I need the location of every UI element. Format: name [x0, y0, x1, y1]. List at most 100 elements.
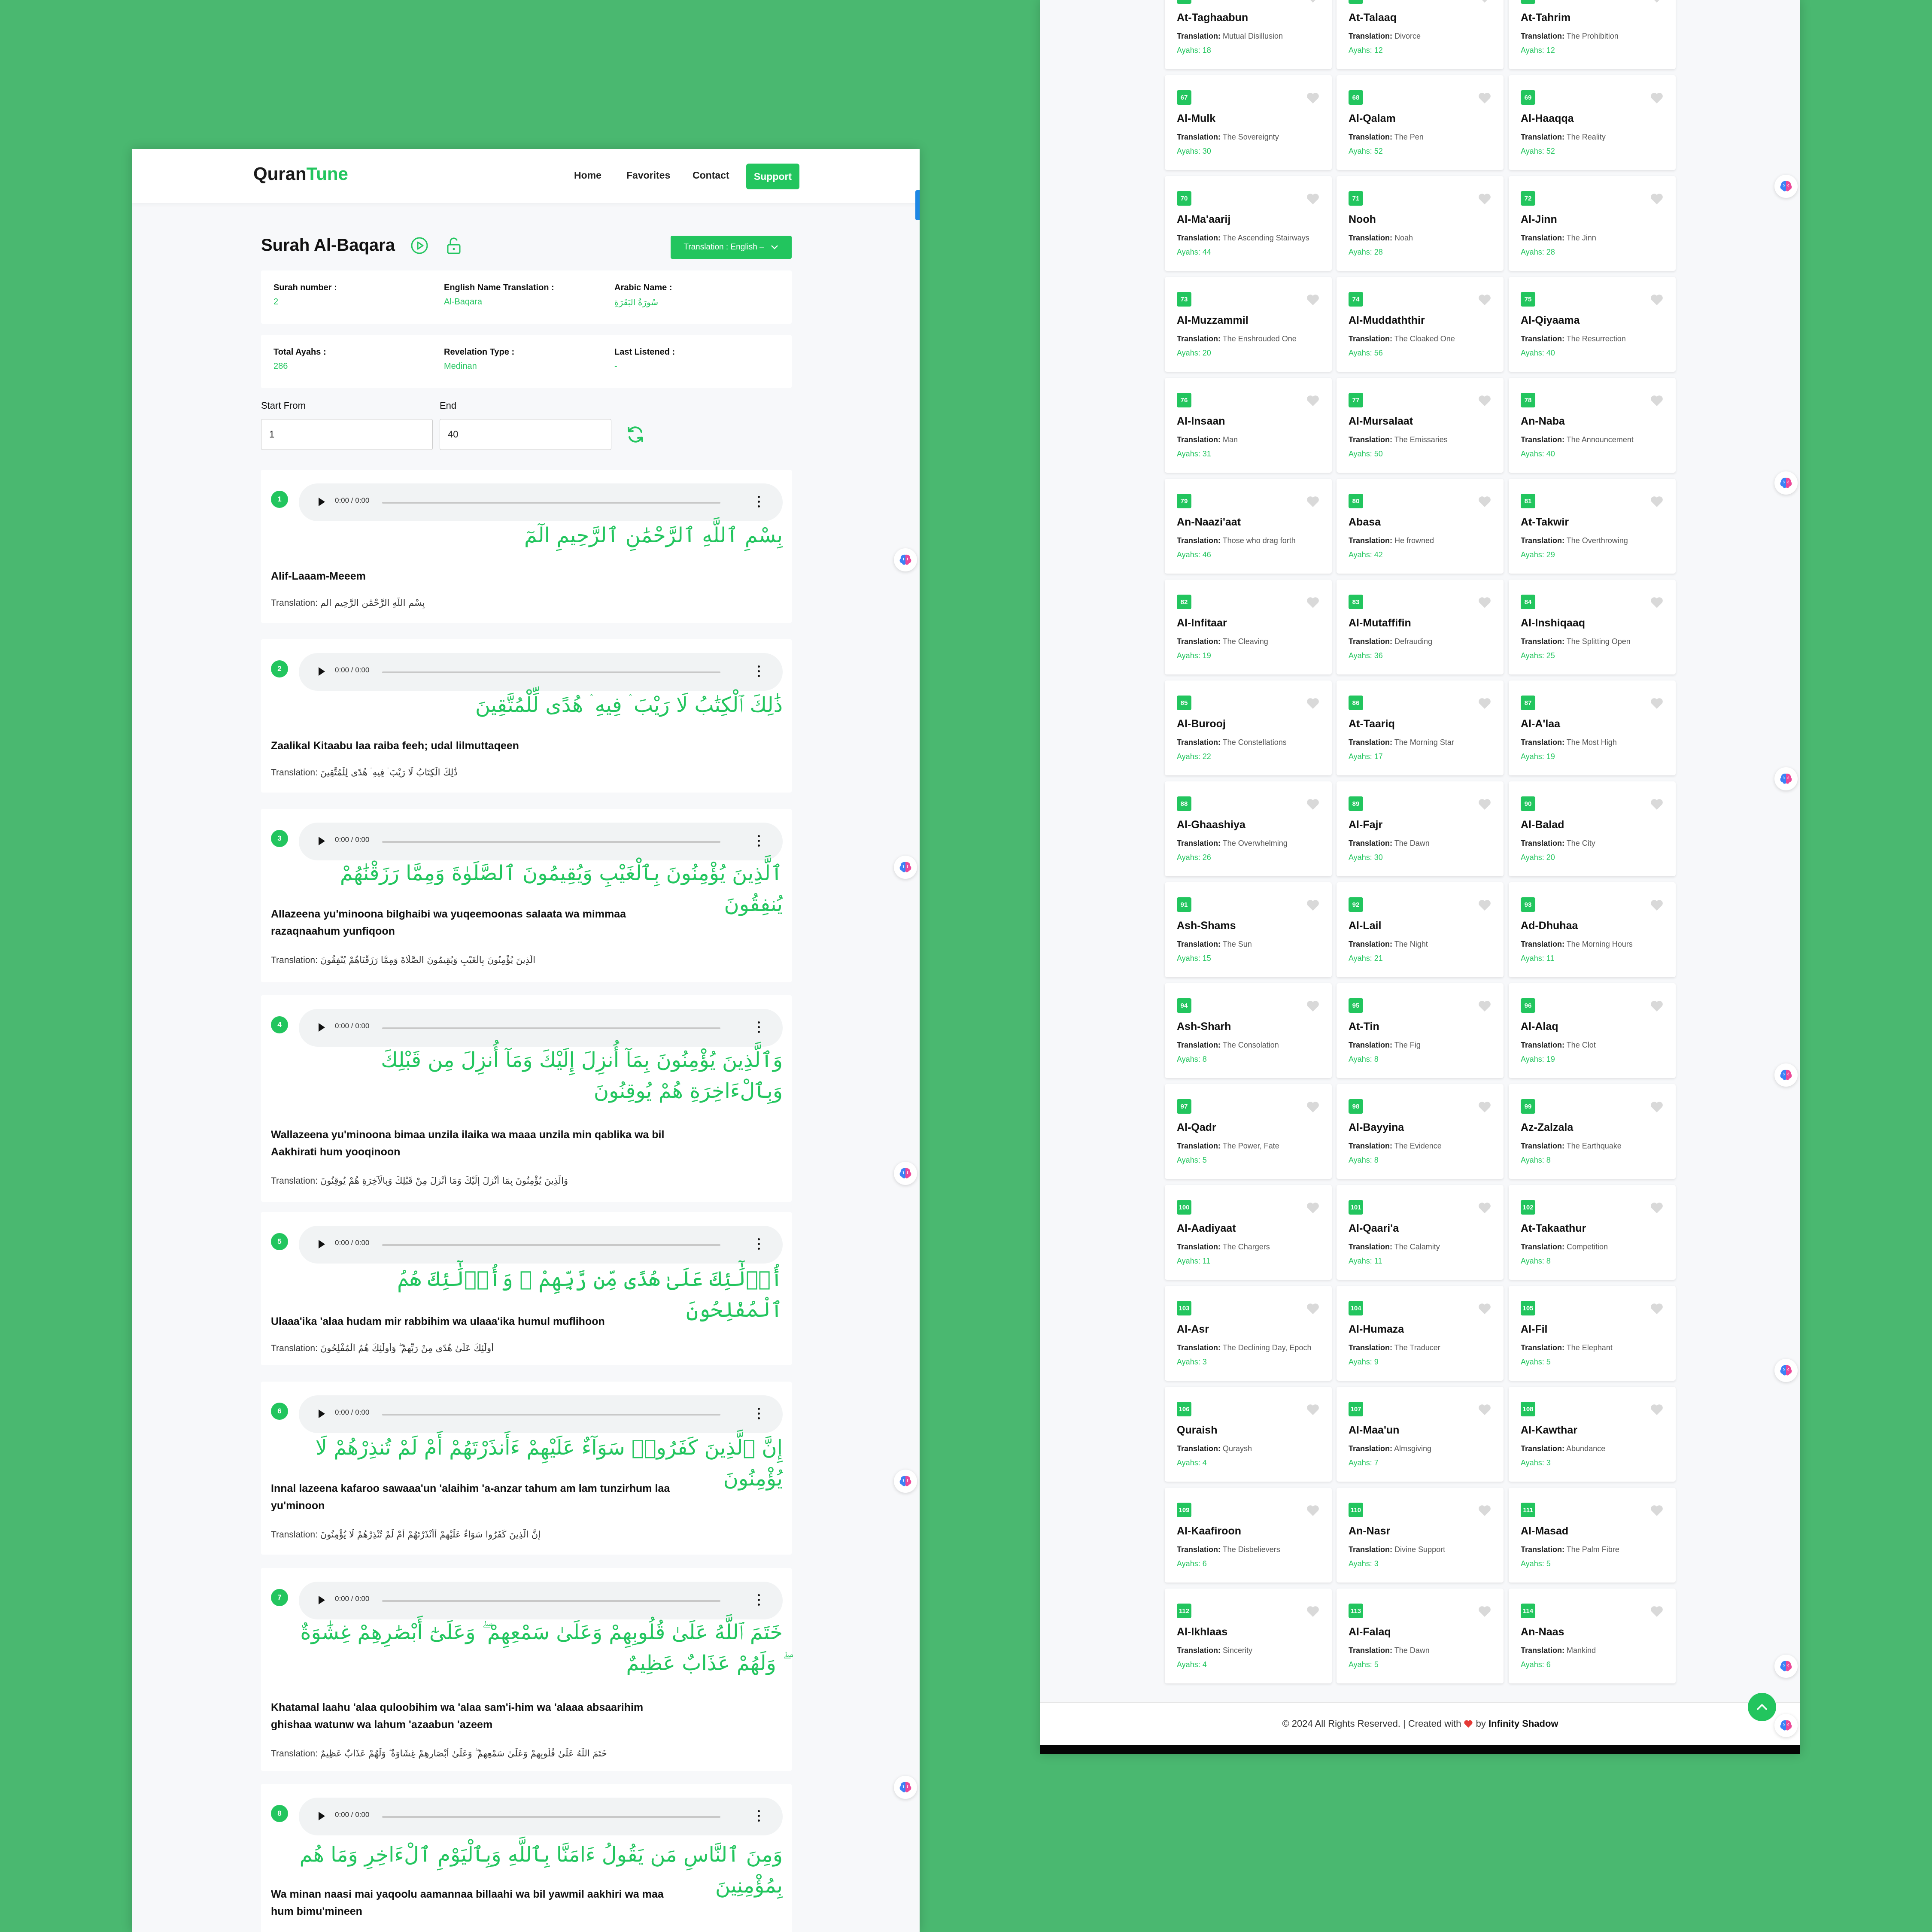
audio-player[interactable]: 0:00 / 0:00 — [299, 1395, 783, 1433]
footer-author[interactable]: Infinity Shadow — [1488, 1718, 1558, 1729]
surah-card[interactable]: 85 Al-Burooj Translation: The Constellatio… — [1165, 680, 1332, 775]
favorite-heart-icon[interactable] — [1306, 0, 1320, 3]
surah-name[interactable]: Al-Muzzammil — [1177, 314, 1249, 327]
ai-assistant-widget[interactable] — [1774, 471, 1798, 495]
surah-card[interactable]: 87 Al-A'laa Translation: The Most High Ayah… — [1509, 680, 1676, 775]
surah-name[interactable]: An-Nasr — [1349, 1525, 1390, 1537]
surah-name[interactable]: Nooh — [1349, 213, 1376, 226]
surah-card[interactable]: 70 Al-Ma'aarij Translation: The Ascending … — [1165, 176, 1332, 271]
favorite-heart-icon[interactable] — [1478, 899, 1492, 911]
surah-card[interactable]: 88 Al-Ghaashiya Translation: The Overwhelm… — [1165, 781, 1332, 876]
nav-contact[interactable]: Contact — [693, 170, 729, 181]
favorite-heart-icon[interactable] — [1306, 1403, 1320, 1416]
surah-name[interactable]: Al-Humaza — [1349, 1323, 1404, 1336]
surah-name[interactable]: Al-Insaan — [1177, 415, 1225, 428]
audio-player[interactable]: 0:00 / 0:00 — [299, 1582, 783, 1619]
surah-card[interactable]: 73 Al-Muzzammil Translation: The Enshroude… — [1165, 277, 1332, 372]
surah-name[interactable]: Al-Ikhlaas — [1177, 1626, 1227, 1638]
favorite-heart-icon[interactable] — [1306, 1100, 1320, 1113]
surah-name[interactable]: Al-Maa'un — [1349, 1424, 1399, 1437]
more-options-icon[interactable] — [758, 1237, 760, 1252]
ai-assistant-widget[interactable] — [1774, 175, 1798, 198]
surah-name[interactable]: Al-Ma'aarij — [1177, 213, 1230, 226]
favorite-heart-icon[interactable] — [1650, 495, 1664, 508]
ai-assistant-widget[interactable] — [894, 856, 917, 879]
favorite-heart-icon[interactable] — [1306, 899, 1320, 911]
favorite-heart-icon[interactable] — [1650, 394, 1664, 407]
surah-card[interactable]: 68 Al-Qalam Translation: The Pen Ayahs: 52 — [1337, 75, 1504, 170]
start-from-input[interactable] — [261, 419, 433, 450]
surah-card[interactable]: 93 Ad-Dhuhaa Translation: The Morning Hour… — [1509, 882, 1676, 977]
favorite-heart-icon[interactable] — [1306, 192, 1320, 205]
surah-card[interactable]: 89 Al-Fajr Translation: The Dawn Ayahs: 30 — [1337, 781, 1504, 876]
surah-name[interactable]: Al-Burooj — [1177, 718, 1226, 730]
play-icon[interactable] — [319, 1240, 325, 1249]
surah-card[interactable]: 105 Al-Fil Translation: The Elephant Ayahs:… — [1509, 1286, 1676, 1381]
ai-assistant-widget[interactable] — [894, 548, 917, 571]
surah-name[interactable]: Al-Kawthar — [1521, 1424, 1577, 1437]
refresh-icon[interactable] — [625, 424, 646, 445]
favorite-heart-icon[interactable] — [1306, 1302, 1320, 1315]
ai-assistant-widget[interactable] — [894, 1470, 917, 1493]
favorite-heart-icon[interactable] — [1478, 192, 1492, 205]
surah-card[interactable]: 65 At-Talaaq Translation: Divorce Ayahs: 12 — [1337, 0, 1504, 69]
surah-card[interactable]: 95 At-Tin Translation: The Fig Ayahs: 8 — [1337, 983, 1504, 1078]
end-input[interactable] — [440, 419, 611, 450]
favorite-heart-icon[interactable] — [1650, 91, 1664, 104]
favorite-heart-icon[interactable] — [1306, 596, 1320, 609]
surah-card[interactable]: 74 Al-Muddaththir Translation: The Cloaked… — [1337, 277, 1504, 372]
favorite-heart-icon[interactable] — [1478, 495, 1492, 508]
play-icon[interactable] — [319, 837, 325, 845]
surah-card[interactable]: 83 Al-Mutaffifin Translation: Defrauding Ay… — [1337, 580, 1504, 674]
ai-assistant-widget[interactable] — [1774, 1655, 1798, 1678]
surah-name[interactable]: Al-Fajr — [1349, 819, 1382, 831]
favorite-heart-icon[interactable] — [1478, 596, 1492, 609]
surah-name[interactable]: Al-Masad — [1521, 1525, 1568, 1537]
audio-progress-track[interactable] — [382, 1816, 720, 1818]
surah-name[interactable]: Abasa — [1349, 516, 1381, 529]
surah-card[interactable]: 110 An-Nasr Translation: Divine Support Aya… — [1337, 1488, 1504, 1583]
surah-name[interactable]: Al-Lail — [1349, 920, 1381, 932]
surah-name[interactable]: Al-Qaari'a — [1349, 1222, 1399, 1235]
surah-name[interactable]: Quraish — [1177, 1424, 1217, 1437]
favorite-heart-icon[interactable] — [1650, 1403, 1664, 1416]
surah-card[interactable]: 90 Al-Balad Translation: The City Ayahs: 20 — [1509, 781, 1676, 876]
surah-name[interactable]: Al-Bayyina — [1349, 1121, 1404, 1134]
favorite-heart-icon[interactable] — [1650, 1201, 1664, 1214]
surah-card[interactable]: 72 Al-Jinn Translation: The Jinn Ayahs: 28 — [1509, 176, 1676, 271]
audio-player[interactable]: 0:00 / 0:00 — [299, 1798, 783, 1835]
surah-name[interactable]: At-Takaathur — [1521, 1222, 1586, 1235]
play-icon[interactable] — [319, 1596, 325, 1604]
favorite-heart-icon[interactable] — [1478, 1605, 1492, 1618]
surah-name[interactable]: Al-Alaq — [1521, 1021, 1558, 1033]
surah-name[interactable]: Al-Mulk — [1177, 112, 1215, 125]
play-icon[interactable] — [319, 667, 325, 676]
surah-card[interactable]: 71 Nooh Translation: Noah Ayahs: 28 — [1337, 176, 1504, 271]
ai-assistant-widget[interactable] — [1774, 1063, 1798, 1087]
surah-name[interactable]: Al-Qiyaama — [1521, 314, 1580, 327]
play-icon[interactable] — [319, 1023, 325, 1032]
surah-card[interactable]: 80 Abasa Translation: He frowned Ayahs: 42 — [1337, 479, 1504, 574]
audio-player[interactable]: 0:00 / 0:00 — [299, 823, 783, 860]
surah-card[interactable]: 101 Al-Qaari'a Translation: The Calamity Ay… — [1337, 1185, 1504, 1280]
play-icon[interactable] — [319, 498, 325, 506]
audio-player[interactable]: 0:00 / 0:00 — [299, 1226, 783, 1264]
ai-assistant-widget[interactable] — [894, 1162, 917, 1185]
surah-card[interactable]: 91 Ash-Shams Translation: The Sun Ayahs: 15 — [1165, 882, 1332, 977]
surah-card[interactable]: 66 At-Tahrim Translation: The Prohibition A… — [1509, 0, 1676, 69]
surah-card[interactable]: 108 Al-Kawthar Translation: Abundance Ayahs… — [1509, 1387, 1676, 1482]
surah-name[interactable]: Al-Balad — [1521, 819, 1564, 831]
surah-name[interactable]: Al-Qalam — [1349, 112, 1396, 125]
scroll-tab[interactable] — [915, 190, 920, 220]
audio-player[interactable]: 0:00 / 0:00 — [299, 483, 783, 521]
surah-card[interactable]: 78 An-Naba Translation: The Announcement Ay… — [1509, 378, 1676, 473]
surah-card[interactable]: 111 Al-Masad Translation: The Palm Fibre Ay… — [1509, 1488, 1676, 1583]
unlock-icon[interactable] — [444, 236, 463, 255]
surah-name[interactable]: Al-Qadr — [1177, 1121, 1216, 1134]
ai-assistant-widget[interactable] — [1774, 1714, 1798, 1737]
play-icon[interactable] — [319, 1410, 325, 1418]
ai-assistant-widget[interactable] — [894, 1776, 917, 1799]
surah-name[interactable]: Ash-Shams — [1177, 920, 1236, 932]
surah-card[interactable]: 104 Al-Humaza Translation: The Traducer Aya… — [1337, 1286, 1504, 1381]
surah-card[interactable]: 92 Al-Lail Translation: The Night Ayahs: 21 — [1337, 882, 1504, 977]
